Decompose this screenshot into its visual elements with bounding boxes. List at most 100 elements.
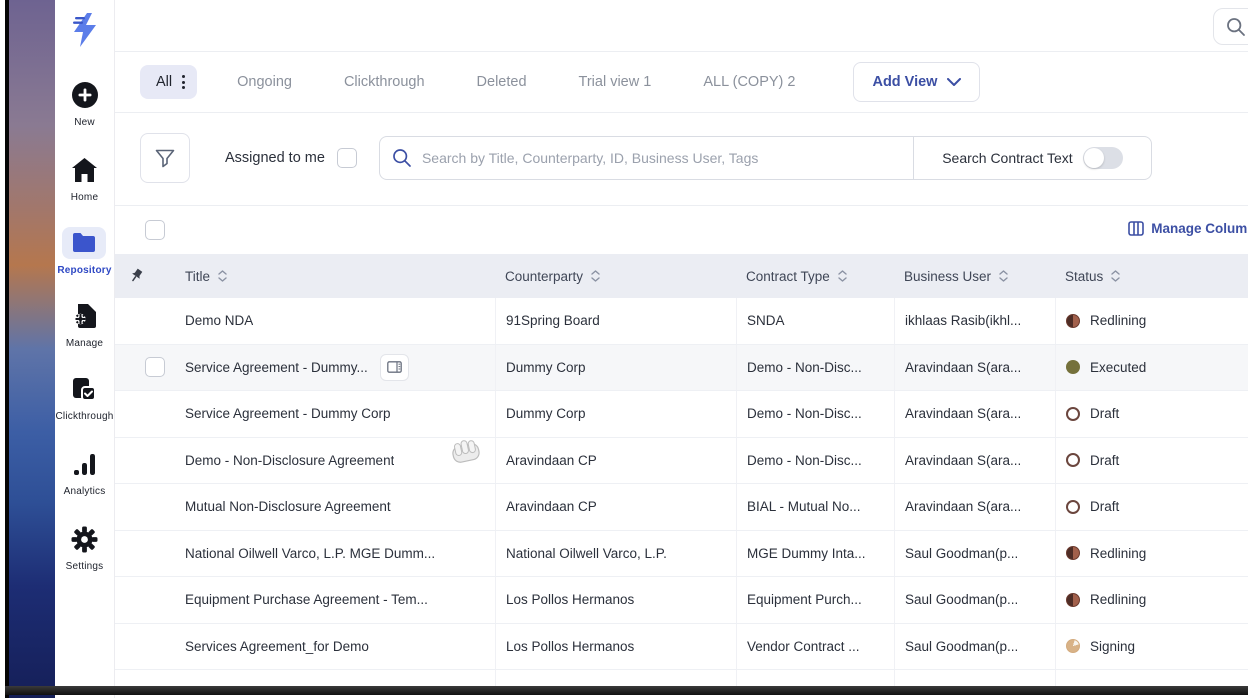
cell-title xyxy=(173,670,495,686)
table-row[interactable] xyxy=(115,670,1248,686)
status-label: Draft xyxy=(1090,499,1120,515)
contracts-table: Manage Columns Title C xyxy=(115,205,1248,686)
sidebar-item-new[interactable]: New xyxy=(63,79,107,128)
cell-contract-type: Demo - Non-Disc... xyxy=(736,344,894,390)
folder-icon xyxy=(62,227,107,259)
sidebar-item-label: Analytics xyxy=(63,486,106,497)
tab-trial-view-1[interactable]: Trial view 1 xyxy=(579,74,652,90)
search-icon xyxy=(393,149,411,167)
cell-status: Draft xyxy=(1055,484,1248,530)
funnel-icon xyxy=(155,149,175,167)
row-select-area[interactable] xyxy=(115,484,173,530)
select-all-checkbox[interactable] xyxy=(145,220,165,240)
sidebar-item-manage[interactable]: Manage xyxy=(63,300,107,349)
pages-check-icon xyxy=(62,373,106,405)
cell-title: Demo NDA xyxy=(185,313,254,329)
column-header-status[interactable]: Status xyxy=(1055,254,1248,298)
search-input[interactable] xyxy=(421,150,901,166)
row-select-area[interactable] xyxy=(115,670,173,686)
row-select-area[interactable] xyxy=(115,577,173,623)
table-row[interactable]: Service Agreement - Dummy Corp Dummy Cor… xyxy=(115,391,1248,438)
cell-title: Services Agreement_for Demo xyxy=(185,638,369,654)
cell-contract-type: SNDA xyxy=(736,298,894,344)
sidebar-item-label: New xyxy=(74,117,95,128)
search-contract-text-label: Search Contract Text xyxy=(942,150,1073,166)
column-label: Contract Type xyxy=(746,268,830,284)
magnifier-icon xyxy=(1227,17,1245,36)
table-row[interactable]: Demo - Non-Disclosure Agreement Aravinda… xyxy=(115,437,1248,484)
cell-counterparty: National Oilwell Varco, L.P. xyxy=(495,530,736,576)
cell-business-user: Saul Goodman(p... xyxy=(894,623,1055,669)
status-label: Redlining xyxy=(1090,545,1147,561)
row-select-area[interactable] xyxy=(115,438,173,484)
sidebar-item-home[interactable]: Home xyxy=(63,154,107,203)
cell-status xyxy=(1055,670,1248,686)
table-row[interactable]: National Oilwell Varco, L.P. MGE Dumm...… xyxy=(115,530,1248,577)
cell-counterparty: Dummy Corp xyxy=(495,391,736,437)
open-preview-button[interactable] xyxy=(379,353,409,381)
select-all-row: Manage Columns xyxy=(115,206,1248,254)
table-row[interactable]: Services Agreement_for Demo Los Pollos H… xyxy=(115,623,1248,670)
pin-icon xyxy=(132,268,143,282)
sidebar-item-settings[interactable]: Settings xyxy=(63,523,107,572)
kebab-menu-icon[interactable] xyxy=(182,75,186,89)
main-content: All Ongoing Clickthrough Deleted Trial v… xyxy=(115,0,1248,698)
pin-column-header[interactable] xyxy=(115,254,173,298)
tab-ongoing[interactable]: Ongoing xyxy=(237,74,292,90)
app-window: New Home Repository Manage Clickthrough … xyxy=(0,0,1248,698)
side-panel-icon xyxy=(386,361,402,374)
table-row[interactable]: Mutual Non-Disclosure Agreement Aravinda… xyxy=(115,484,1248,531)
status-icon xyxy=(1066,592,1080,607)
status-icon xyxy=(1066,406,1080,421)
column-header-contract-type[interactable]: Contract Type xyxy=(736,254,894,298)
column-header-title[interactable]: Title xyxy=(173,254,495,298)
add-view-button[interactable]: Add View xyxy=(853,62,981,102)
cell-business-user: Aravindaan S(ara... xyxy=(894,344,1055,390)
column-header-business-user[interactable]: Business User xyxy=(894,254,1055,298)
table-row[interactable]: Service Agreement - Dummy... Dummy Corp … xyxy=(115,344,1248,391)
row-select-area[interactable] xyxy=(115,624,173,670)
tab-all[interactable]: All xyxy=(140,65,198,99)
table-body: Demo NDA 91Spring Board SNDA ikhlaas Ras… xyxy=(115,298,1248,686)
cell-status: Draft xyxy=(1055,391,1248,437)
cell-contract-type: Vendor Contract ... xyxy=(736,623,894,669)
cell-status: Redlining xyxy=(1055,577,1248,623)
filter-row: Assigned to me Search Contract Text xyxy=(115,113,1248,203)
row-select-area[interactable] xyxy=(115,345,173,391)
table-row[interactable]: Demo NDA 91Spring Board SNDA ikhlaas Ras… xyxy=(115,298,1248,345)
view-tabs: All Ongoing Clickthrough Deleted Trial v… xyxy=(115,52,1248,113)
cell-title: Mutual Non-Disclosure Agreement xyxy=(185,499,391,515)
sidebar-item-repository[interactable]: Repository xyxy=(57,227,111,276)
row-select-area[interactable] xyxy=(115,531,173,577)
column-header-counterparty[interactable]: Counterparty xyxy=(495,254,736,298)
sidebar-item-analytics[interactable]: Analytics xyxy=(63,448,107,497)
row-select-area[interactable] xyxy=(115,298,173,344)
manage-columns-button[interactable]: Manage Columns xyxy=(1128,221,1248,236)
tab-deleted[interactable]: Deleted xyxy=(477,74,527,90)
search-compound: Search Contract Text xyxy=(378,136,1152,180)
global-search-button[interactable] xyxy=(1213,8,1248,45)
table-row[interactable]: Equipment Purchase Agreement - Tem... Lo… xyxy=(115,577,1248,624)
status-icon xyxy=(1066,313,1080,328)
cell-title: Demo - Non-Disclosure Agreement xyxy=(185,452,395,468)
cell-title: National Oilwell Varco, L.P. MGE Dumm... xyxy=(185,545,436,561)
document-gear-icon xyxy=(63,300,107,332)
filter-button[interactable] xyxy=(140,133,190,183)
cell-business-user: Saul Goodman(p... xyxy=(894,577,1055,623)
row-select-area[interactable] xyxy=(115,391,173,437)
cell-counterparty: Los Pollos Hermanos xyxy=(495,623,736,669)
bar-chart-icon xyxy=(63,448,107,480)
row-checkbox[interactable] xyxy=(145,357,165,378)
assigned-to-me-checkbox[interactable] xyxy=(336,148,357,168)
gear-icon xyxy=(63,523,107,555)
cell-status: Signing xyxy=(1055,623,1248,669)
sidebar-item-clickthrough[interactable]: Clickthrough xyxy=(56,373,114,422)
status-icon xyxy=(1066,499,1080,514)
table-header: Title Counterparty Contract Type Busines… xyxy=(115,254,1248,298)
top-bar xyxy=(115,0,1248,52)
search-contract-text-toggle[interactable] xyxy=(1082,147,1123,169)
tab-all-copy-2[interactable]: ALL (COPY) 2 xyxy=(703,74,795,90)
cell-contract-type: Demo - Non-Disc... xyxy=(736,437,894,483)
app-logo[interactable] xyxy=(55,8,114,52)
tab-clickthrough[interactable]: Clickthrough xyxy=(344,74,425,90)
